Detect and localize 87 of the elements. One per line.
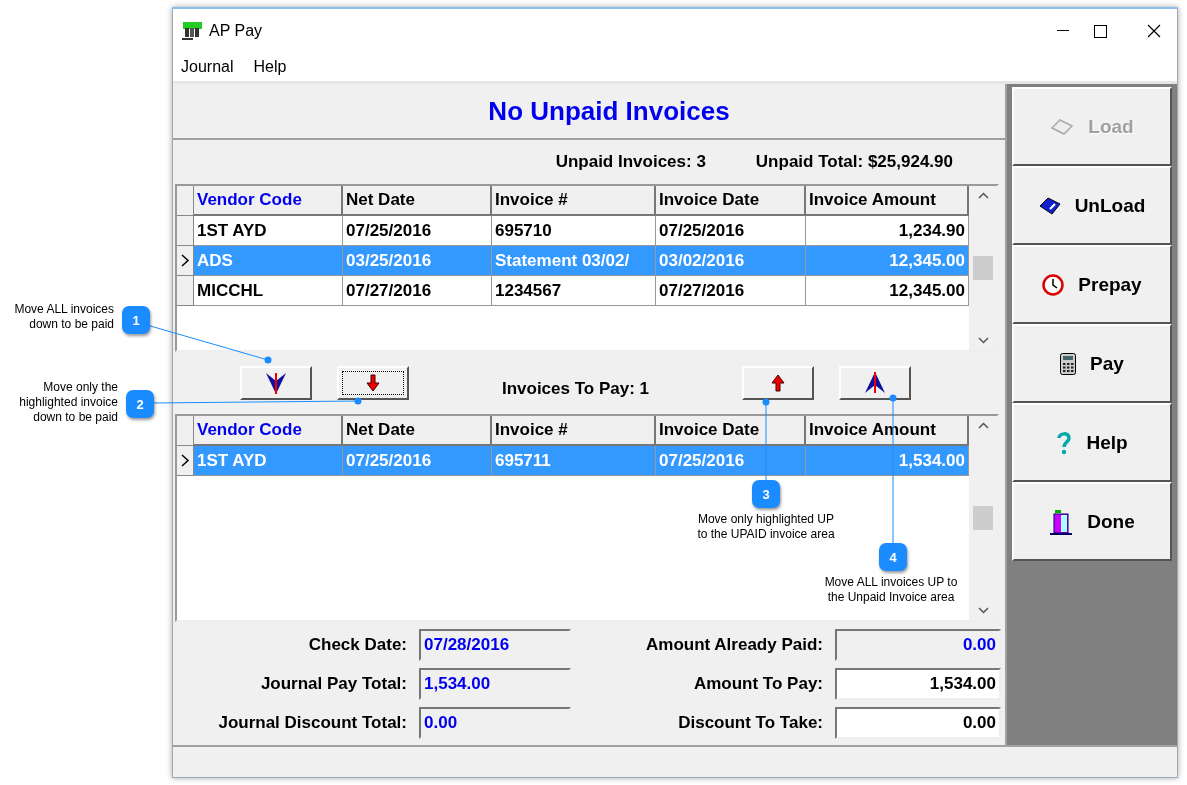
grid-row[interactable]: MICCHL 07/27/2016 1234567 07/27/2016 12,345.00 xyxy=(177,276,969,306)
field-label: Amount To Pay: xyxy=(692,673,823,694)
input-field[interactable]: 1,534.00 xyxy=(835,667,1001,700)
table-cell: 1ST AYD xyxy=(194,446,343,476)
table-cell: MICCHL xyxy=(194,276,343,306)
window-title: AP Pay xyxy=(209,22,264,40)
table-cell: 03/25/2016 xyxy=(343,246,492,276)
table-cell: 12,345.00 xyxy=(806,246,969,276)
calculator-icon xyxy=(1060,352,1077,375)
row-header[interactable] xyxy=(177,246,194,276)
transfer-button[interactable] xyxy=(742,366,814,400)
action-button[interactable]: UnLoad xyxy=(1012,166,1172,245)
action-button[interactable]: Prepay xyxy=(1012,245,1172,324)
unpaid-total: Unpaid Total: $25,924.90 xyxy=(755,152,953,172)
status-heading: No Unpaid Invoices xyxy=(173,84,1005,140)
readonly-field: 07/28/2016 xyxy=(419,628,571,661)
double-arrow-down-icon xyxy=(265,371,287,395)
row-pointer-icon xyxy=(180,254,190,267)
table-cell: 1234567 xyxy=(492,276,656,306)
book-icon xyxy=(1038,196,1061,215)
unpaid-count: Unpaid Invoices: 3 xyxy=(555,152,706,172)
column-header[interactable]: Invoice Date xyxy=(656,416,806,446)
callout-text: Move only highlighted UP to the UPAID invoice area xyxy=(696,512,836,542)
arrow-up-icon xyxy=(771,374,785,392)
field-label: Amount Already Paid: xyxy=(645,634,823,655)
chevron-down-icon xyxy=(977,337,989,344)
menu-item[interactable]: Help xyxy=(247,58,293,76)
column-header[interactable]: Invoice Date xyxy=(656,186,806,216)
callout-badge: 1 xyxy=(122,306,150,334)
table-cell: 03/02/2016 xyxy=(656,246,806,276)
action-button[interactable]: Pay xyxy=(1012,324,1172,403)
close-icon[interactable] xyxy=(1147,24,1161,38)
column-header[interactable]: Invoice Amount xyxy=(806,416,969,446)
column-header[interactable]: Invoice Amount xyxy=(806,186,969,216)
table-cell: 07/27/2016 xyxy=(343,276,492,306)
readonly-field: 0.00 xyxy=(419,706,571,739)
transfer-button[interactable] xyxy=(839,366,911,400)
column-header[interactable]: Invoice # xyxy=(492,186,656,216)
field-label: Check Date: xyxy=(307,634,407,655)
to-pay-count: Invoices To Pay: 1 xyxy=(500,378,651,399)
book-icon xyxy=(1050,117,1075,136)
action-button[interactable]: Help xyxy=(1012,403,1172,482)
arrow-down-icon xyxy=(366,374,380,392)
app-icon xyxy=(181,21,203,41)
chevron-down-icon xyxy=(977,607,989,614)
table-cell: 695711 xyxy=(492,446,656,476)
question-mark-icon xyxy=(1056,430,1073,455)
field-label: Discount To Take: xyxy=(677,712,823,733)
transfer-button[interactable] xyxy=(337,366,409,400)
row-header xyxy=(177,186,194,216)
transfer-button[interactable] xyxy=(240,366,312,400)
menu-item[interactable]: Journal xyxy=(175,58,240,76)
column-header[interactable]: Invoice # xyxy=(492,416,656,446)
maximize-icon[interactable] xyxy=(1093,24,1107,38)
row-header xyxy=(177,416,194,446)
table-cell: Statement 03/02/ xyxy=(492,246,656,276)
table-cell: ADS xyxy=(194,246,343,276)
row-pointer-icon xyxy=(180,454,190,467)
table-cell: 07/27/2016 xyxy=(656,276,806,306)
callout-text: Move only the highlighted invoice down to be paid xyxy=(18,380,118,425)
readonly-field: 1,534.00 xyxy=(419,667,571,700)
row-header[interactable] xyxy=(177,446,194,476)
chevron-up-icon xyxy=(977,422,989,429)
callout-text: Move ALL invoices UP to the Unpaid Invoice area xyxy=(824,575,958,605)
scroll-thumb[interactable] xyxy=(973,256,993,280)
table-cell: 07/25/2016 xyxy=(656,446,806,476)
callout-badge: 3 xyxy=(752,480,780,508)
column-header[interactable]: Net Date xyxy=(343,416,492,446)
action-button[interactable]: Done xyxy=(1012,482,1172,561)
callout-text: Move ALL invoices down to be paid xyxy=(13,302,114,332)
scroll-thumb[interactable] xyxy=(973,506,993,530)
chevron-up-icon xyxy=(977,192,989,199)
field-label: Journal Discount Total: xyxy=(217,712,407,733)
column-header[interactable]: Vendor Code xyxy=(194,186,343,216)
column-header[interactable]: Vendor Code xyxy=(194,416,343,446)
exit-door-icon xyxy=(1049,508,1074,535)
readonly-field: 0.00 xyxy=(835,628,1001,661)
column-header[interactable]: Net Date xyxy=(343,186,492,216)
clock-icon xyxy=(1042,273,1065,296)
field-label: Journal Pay Total: xyxy=(259,673,407,694)
input-field[interactable]: 0.00 xyxy=(835,706,1001,739)
table-cell: 07/25/2016 xyxy=(343,446,492,476)
table-cell: 1,534.00 xyxy=(806,446,969,476)
minimize-icon[interactable] xyxy=(1057,30,1069,32)
double-arrow-up-icon xyxy=(864,371,886,395)
callout-badge: 2 xyxy=(126,390,154,418)
callout-badge: 4 xyxy=(879,543,907,571)
